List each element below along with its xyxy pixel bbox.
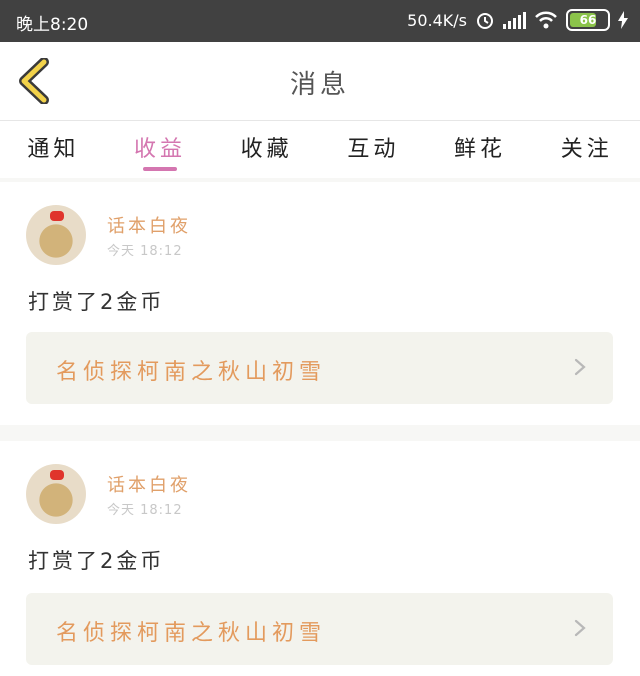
status-time: 晚上8:20: [16, 15, 89, 35]
tab-notifications[interactable]: 通知: [0, 121, 107, 178]
work-title: 名侦探柯南之秋山初雪: [56, 360, 327, 385]
avatar[interactable]: [26, 205, 86, 265]
avatar[interactable]: [26, 464, 86, 524]
page-title: 消息: [289, 70, 350, 100]
active-tab-indicator: [143, 167, 177, 171]
message-content: 打赏了2金币: [28, 290, 165, 314]
status-icons: 50.4K/s 66: [407, 9, 628, 31]
chevron-right-icon: [574, 358, 586, 376]
header-bar: 消息: [0, 42, 640, 121]
work-link[interactable]: 名侦探柯南之秋山初雪: [26, 332, 613, 404]
battery-icon: 66: [566, 9, 610, 31]
tab-favorites[interactable]: 收藏: [213, 121, 320, 178]
message-time: 今天 18:12: [107, 244, 183, 259]
charging-icon: [618, 11, 628, 29]
tab-follows[interactable]: 关注: [533, 121, 640, 178]
tab-bar: 通知 收益 收藏 互动 鲜花 关注: [0, 121, 640, 178]
message-time: 今天 18:12: [107, 503, 183, 518]
wifi-icon: [535, 11, 557, 29]
tab-flowers[interactable]: 鲜花: [427, 121, 534, 178]
username[interactable]: 话本白夜: [107, 212, 191, 238]
tab-earnings[interactable]: 收益: [107, 121, 214, 178]
work-link[interactable]: 名侦探柯南之秋山初雪: [26, 593, 613, 665]
tab-interactions[interactable]: 互动: [320, 121, 427, 178]
chevron-right-icon: [574, 619, 586, 637]
message-content: 打赏了2金币: [28, 549, 165, 573]
battery-level: 66: [579, 13, 597, 27]
signal-icon: [503, 11, 526, 29]
alarm-icon: [477, 13, 493, 29]
username[interactable]: 话本白夜: [107, 471, 191, 497]
network-speed: 50.4K/s: [407, 10, 467, 30]
work-title: 名侦探柯南之秋山初雪: [56, 621, 327, 646]
message-card: 话本白夜 今天 18:12 打赏了2金币 名侦探柯南之秋山初雪: [0, 182, 640, 425]
status-bar: 晚上8:20 50.4K/s 66: [0, 0, 640, 42]
message-card: 话本白夜 今天 18:12 打赏了2金币 名侦探柯南之秋山初雪: [0, 441, 640, 676]
